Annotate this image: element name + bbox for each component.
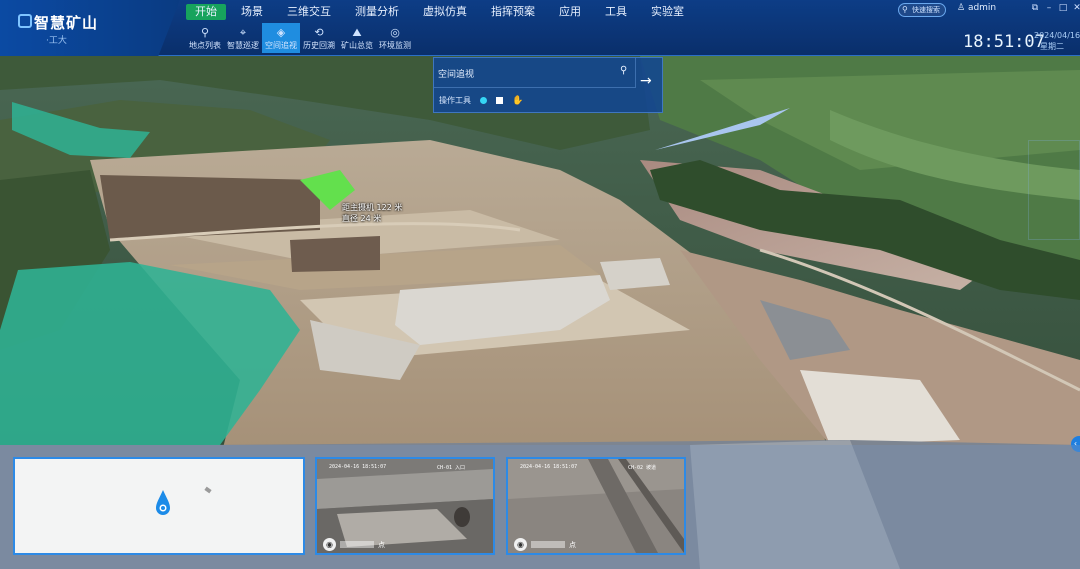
ribbon-environment[interactable]: ◎ 环境监测 — [376, 23, 414, 53]
camera-label: 点 — [378, 540, 385, 549]
search-icon[interactable]: ⚲ — [620, 65, 627, 76]
nav-tools[interactable]: 工具 — [596, 4, 636, 20]
space-track-panel: 空间追视 ⚲ → 操作工具 ✋ — [433, 57, 663, 113]
environment-icon: ◎ — [390, 26, 400, 39]
minimize-icon[interactable]: – — [1042, 3, 1056, 13]
window-controls: ⧉ – □ ✕ — [1028, 3, 1080, 13]
app-title: 智慧矿山 — [34, 14, 99, 32]
camera-feed-1[interactable]: 2024-04-16 18:51:07 CH-01 入口 ◉ 点 — [315, 457, 495, 555]
space-track-input[interactable]: 空间追视 — [438, 67, 474, 80]
ribbon-label: 矿山总览 — [341, 41, 373, 50]
operation-tools: 操作工具 ✋ — [439, 95, 523, 106]
ribbon-location-list[interactable]: ⚲ 地点列表 — [186, 23, 224, 53]
restore-icon[interactable]: ⧉ — [1028, 3, 1042, 13]
ribbon-history[interactable]: ⟲ 历史回溯 — [300, 23, 338, 53]
camera-label: 点 — [569, 540, 576, 549]
ribbon-toolbar: ⚲ 地点列表 ⌖ 智慧巡逻 ◈ 空间追视 ⟲ 历史回溯 ⛰ 矿山总览 ◎ 环境监… — [186, 23, 414, 53]
quick-search-input[interactable]: ⚲ 快速搜索 — [898, 3, 946, 17]
user-icon: ♙ — [957, 3, 968, 13]
nav-3d-interaction[interactable]: 三维交互 — [278, 4, 340, 20]
clock-date: 2024/04/16 — [1034, 31, 1080, 40]
camera-channel: CH-01 入口 — [437, 465, 466, 471]
camera-footer: ◉ 点 — [514, 538, 576, 551]
close-icon[interactable]: ✕ — [1070, 3, 1080, 13]
tools-label: 操作工具 — [439, 96, 471, 105]
patrol-icon: ⌖ — [239, 26, 247, 39]
arrow-right-icon[interactable]: → — [640, 73, 652, 89]
ribbon-smart-patrol[interactable]: ⌖ 智慧巡逻 — [224, 23, 262, 53]
nav-start[interactable]: 开始 — [186, 4, 226, 20]
hand-tool-icon[interactable]: ✋ — [512, 96, 523, 106]
nav-scene[interactable]: 场景 — [232, 4, 272, 20]
username: admin — [967, 3, 997, 13]
camera-timestamp: 2024-04-16 18:51:07 — [520, 464, 578, 470]
point-tool-icon[interactable] — [480, 97, 487, 104]
user-account[interactable]: ♙ admin — [957, 3, 996, 13]
app-subtitle: ·工大 — [46, 36, 67, 46]
app-header: 智慧矿山 ·工大 开始 场景 三维交互 测量分析 虚拟仿真 指挥预案 应用 工具… — [0, 0, 1080, 56]
camera-feed-2[interactable]: 2024-04-16 18:51:07 CH-02 坡道 ◉ 点 — [506, 457, 686, 555]
distance-line: 距主摄机 122 米 — [342, 203, 403, 212]
camera-icon: ◉ — [514, 538, 527, 551]
diameter-line: 直径 24 米 — [342, 214, 382, 223]
camera-footer: ◉ 点 — [323, 538, 385, 551]
history-icon: ⟲ — [314, 26, 324, 39]
space-track-icon: ◈ — [276, 26, 286, 39]
map-marker — [204, 486, 212, 494]
camera-name-redacted — [340, 541, 374, 548]
side-toolbar[interactable] — [1028, 140, 1080, 240]
overview-icon: ⛰ — [352, 26, 362, 39]
distance-label: 距主摄机 122 米 直径 24 米 — [342, 202, 402, 224]
brand-block: 智慧矿山 ·工大 — [0, 0, 180, 56]
nav-virtual-simulation[interactable]: 虚拟仿真 — [414, 4, 476, 20]
location-pin-icon — [156, 490, 170, 515]
ribbon-label: 智慧巡逻 — [227, 41, 259, 50]
quick-search-placeholder: 快速搜索 — [912, 6, 940, 14]
ribbon-label: 地点列表 — [189, 41, 221, 50]
ribbon-mine-overview[interactable]: ⛰ 矿山总览 — [338, 23, 376, 53]
maximize-icon[interactable]: □ — [1056, 3, 1070, 13]
app-logo — [18, 14, 32, 28]
camera-channel: CH-02 坡道 — [628, 465, 657, 471]
ribbon-label: 历史回溯 — [303, 41, 335, 50]
location-list-icon: ⚲ — [200, 26, 210, 39]
nav-application[interactable]: 应用 — [550, 4, 590, 20]
nav-command-plan[interactable]: 指挥预案 — [482, 4, 544, 20]
rectangle-tool-icon[interactable] — [496, 97, 503, 104]
camera-name-redacted — [531, 541, 565, 548]
clock-weekday: 星期二 — [1040, 42, 1064, 51]
bottom-panel: 2024-04-16 18:51:07 CH-01 入口 ◉ 点 2024-04… — [0, 445, 1080, 569]
ribbon-label: 空间追视 — [265, 41, 297, 50]
ribbon-label: 环境监测 — [379, 41, 411, 50]
nav-lab[interactable]: 实验室 — [642, 4, 693, 20]
camera-timestamp: 2024-04-16 18:51:07 — [329, 464, 387, 470]
camera-icon: ◉ — [323, 538, 336, 551]
clock-time: 18:51:07 — [963, 32, 1045, 52]
search-icon: ⚲ — [902, 5, 908, 14]
ribbon-space-track[interactable]: ◈ 空间追视 — [262, 23, 300, 53]
space-track-search[interactable]: 空间追视 ⚲ — [434, 58, 636, 88]
top-menu-bar: 开始 场景 三维交互 测量分析 虚拟仿真 指挥预案 应用 工具 实验室 — [186, 4, 699, 20]
mini-map[interactable] — [13, 457, 305, 555]
nav-measure-analysis[interactable]: 测量分析 — [346, 4, 408, 20]
